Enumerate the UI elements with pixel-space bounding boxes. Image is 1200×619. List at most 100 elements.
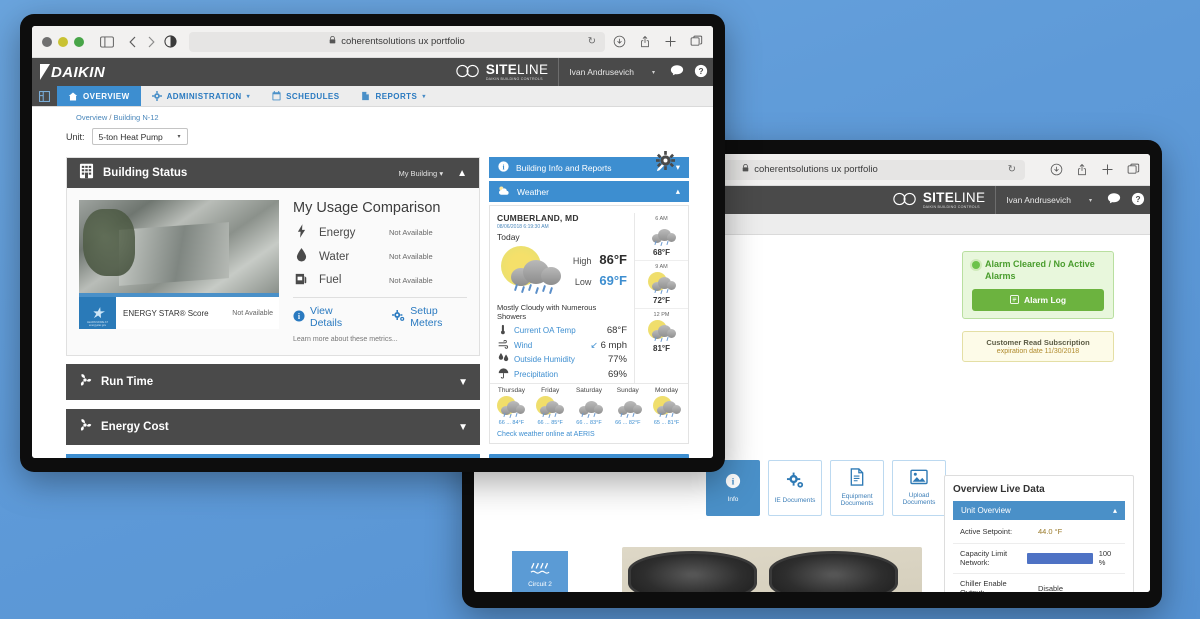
chevron-down-icon[interactable]: ▾ (676, 162, 680, 173)
settings-gear-icon[interactable] (656, 151, 675, 175)
building-status-panel: Building Status My Building ▾ ▲ ★ LEARN … (66, 157, 480, 356)
back-siteline-logo: SITELINE DAIKIN BUILDING CONTROLS (892, 190, 995, 210)
usage-value: Not Available (389, 275, 433, 285)
chat-icon[interactable] (1102, 192, 1126, 208)
download-icon[interactable] (1050, 163, 1063, 176)
breadcrumb-root[interactable]: Overview (76, 113, 107, 122)
calendar-icon (272, 91, 281, 101)
share-icon[interactable] (639, 35, 651, 49)
doc-tile-ie-documents[interactable]: IE Documents (768, 460, 822, 516)
zoom-window-button[interactable] (74, 36, 84, 47)
tab-overview-icon[interactable] (1127, 163, 1140, 176)
sun-cloud-rain-icon (647, 271, 677, 295)
humidity-icon (497, 353, 509, 365)
view-details-link[interactable]: i View Details (293, 305, 362, 329)
siteline-site-text: SITE (485, 62, 518, 78)
weather-detail-precipitation: Precipitation 69% (497, 367, 627, 381)
chevron-down-icon[interactable]: ▼ (458, 422, 468, 433)
setup-meters-link[interactable]: Setup Meters (392, 305, 467, 329)
unit-select-value: 5-ton Heat Pump (98, 131, 163, 142)
front-page-content: Overview / Building N-12 Unit: 5-ton Hea… (32, 107, 713, 458)
back-user-menu[interactable]: Ivan Andrusevich ▾ (995, 186, 1102, 214)
building-status-header[interactable]: Building Status My Building ▾ ▲ (67, 158, 479, 188)
share-icon[interactable] (1076, 163, 1088, 177)
chevron-up-icon[interactable]: ▲ (457, 168, 467, 179)
building-scope-selector[interactable]: My Building ▾ (398, 169, 443, 178)
tab-overview-icon[interactable] (690, 35, 703, 48)
chiller-equipment-image (622, 547, 922, 592)
tab-reports[interactable]: REPORTS ▾ (350, 86, 436, 106)
close-window-button[interactable] (42, 36, 52, 47)
front-user-menu[interactable]: Ivan Andrusevich ▾ (558, 58, 665, 86)
unit-select[interactable]: 5-ton Heat Pump ▾ (91, 128, 188, 145)
weather-hour-item: 12 PM 81°F (635, 309, 688, 356)
reload-icon[interactable]: ↻ (1008, 164, 1016, 175)
weather-day-name: Sunday (616, 387, 639, 394)
tab-overview[interactable]: OVERVIEW (57, 86, 141, 106)
daikin-logo: DAIKIN (32, 64, 105, 81)
weather-source-link[interactable]: Check weather online at AERIS (490, 428, 688, 443)
front-browser-window[interactable]: coherentsolutions ux portfolio ↻ DAIKIN … (20, 14, 725, 472)
weather-widget-header[interactable]: Weather ▴ (489, 181, 689, 202)
weather-detail-value: 68°F (606, 325, 627, 336)
weather-widget-bottom-bar[interactable] (489, 454, 689, 458)
front-nav-tabs[interactable]: OVERVIEW ADMINISTRATION ▾ SCHEDULES REPO… (32, 86, 713, 107)
help-icon[interactable]: ? (689, 64, 713, 81)
energy-star-glyph-icon: ★ (90, 305, 105, 322)
lock-icon (329, 36, 336, 47)
chevron-down-icon[interactable]: ▼ (458, 377, 468, 388)
plus-icon[interactable] (664, 35, 677, 48)
chevron-down-icon: ▾ (177, 134, 181, 140)
usage-metrics-note[interactable]: Learn more about these metrics... (293, 336, 467, 343)
tab-schedules[interactable]: SCHEDULES (261, 86, 350, 106)
live-data-section-header[interactable]: Unit Overview ▴ (953, 501, 1125, 520)
forward-navigation-button[interactable] (146, 36, 156, 48)
weather-day-item: Sunday 66 ... 82°F (608, 387, 647, 426)
doc-tile-equipment-documents[interactable]: Equipment Documents (830, 460, 884, 516)
back-navigation-button[interactable] (128, 36, 138, 48)
nav-grid-icon[interactable] (32, 86, 57, 106)
weather-day-name: Friday (541, 387, 560, 394)
alarm-log-button[interactable]: Alarm Log (972, 289, 1104, 312)
back-url-text: coherentsolutions ux portfolio (754, 164, 878, 175)
usage-value: Not Available (389, 252, 433, 261)
side-tile-circuit-2[interactable]: Circuit 2 (512, 551, 568, 592)
front-siteline-logo: SITELINE DAIKIN BUILDING CONTROLS (455, 62, 558, 82)
alarm-status-box: Alarm Cleared / No Active Alarms Alarm L… (962, 251, 1114, 320)
plus-icon[interactable] (1101, 163, 1114, 176)
side-function-tiles[interactable]: Circuit 2 Maintenance (512, 551, 568, 592)
unit-label: Unit: (66, 131, 85, 142)
svg-text:i: i (732, 476, 735, 487)
breadcrumb[interactable]: Overview / Building N-12 (32, 107, 713, 122)
front-address-bar[interactable]: coherentsolutions ux portfolio ↻ (189, 31, 605, 52)
weather-title: Weather (517, 186, 549, 197)
window-traffic-lights[interactable] (42, 36, 84, 47)
building-status-title: Building Status (103, 167, 188, 179)
chevron-up-icon[interactable]: ▴ (1113, 506, 1117, 515)
tab-administration[interactable]: ADMINISTRATION ▾ (141, 86, 262, 106)
weather-timestamp: 08/06/2018 6:19:30 AM (497, 224, 549, 230)
usage-comparison-title: My Usage Comparison (293, 200, 441, 216)
live-data-row: Chiller Enable Output: Disable (953, 574, 1125, 592)
main-content: Building Status My Building ▾ ▲ ★ LEARN … (32, 145, 713, 458)
reload-icon[interactable]: ↻ (588, 36, 596, 47)
energy-cost-panel[interactable]: Energy Cost ▼ (66, 409, 480, 445)
download-icon[interactable] (613, 35, 626, 48)
usage-links[interactable]: i View Details Setup Meters (293, 305, 467, 329)
minimize-window-button[interactable] (58, 36, 68, 47)
live-data-row: Active Setpoint: 44.0 °F (953, 520, 1125, 544)
doc-tile-upload-documents[interactable]: Upload Documents (892, 460, 946, 516)
svg-text:i: i (502, 162, 504, 171)
maintenance-panel[interactable]: Maintenance ▲ (66, 454, 480, 458)
chevron-up-icon[interactable]: ▴ (676, 186, 680, 197)
svg-text:?: ? (698, 66, 703, 76)
contrast-icon[interactable] (164, 35, 177, 48)
sidebar-icon[interactable] (100, 35, 114, 48)
help-icon[interactable]: ? (1126, 192, 1150, 209)
usage-comparison: My Usage Comparison Energy Not Available (293, 200, 467, 343)
weather-description: Mostly Cloudy with Numerous Showers (497, 303, 597, 321)
run-time-panel[interactable]: Run Time ▼ (66, 364, 480, 400)
chat-icon[interactable] (665, 64, 689, 80)
document-tiles[interactable]: i Info IE Documents Equipment Documents (706, 460, 946, 516)
wind-icon (497, 339, 509, 351)
